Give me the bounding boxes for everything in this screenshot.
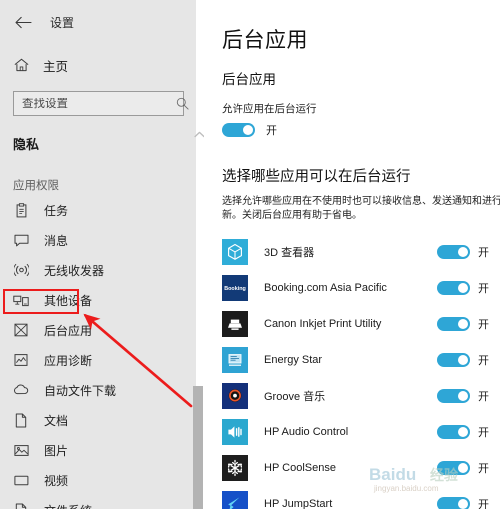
sidebar-item-radios[interactable]: 无线收发器 [0,255,196,285]
sidebar-scrollbar-thumb[interactable] [193,386,203,509]
app-row: 3D 查看器 开 [204,234,500,270]
jumpstart-icon [222,491,248,509]
printer-icon [222,311,248,337]
app-toggle-state: 开 [478,247,489,259]
video-icon [13,472,29,488]
app-name: HP Audio Control [264,426,349,438]
choose-apps-description: 选择允许哪些应用在不使用时也可以接收信息、发送通知和进行更新。关闭后台应用有助于… [222,196,500,221]
sidebar-item-app-diagnostics[interactable]: 应用诊断 [0,345,196,375]
sidebar-item-label: 任务 [44,203,69,218]
app-toggle-switch[interactable] [437,351,470,369]
sidebar-item-label: 自动文件下载 [44,383,117,398]
sidebar-item-videos[interactable]: 视频 [0,465,196,495]
sidebar-item-label: 无线收发器 [44,263,105,278]
sidebar-item-label: 图片 [44,443,69,458]
background-apps-list: 3D 查看器 开 Booking Booking.com Asia Pacifi… [204,234,500,509]
app-toggle-switch[interactable] [437,387,470,405]
sidebar-item-label: 其他设备 [44,293,93,308]
app-row: HP CoolSense 开 [204,450,500,486]
sidebar-item-label: 后台应用 [44,323,93,338]
app-name: HP JumpStart [264,498,333,509]
app-row: Canon Inkjet Print Utility 开 [204,306,500,342]
sidebar-item-tasks[interactable]: 任务 [0,195,196,225]
app-toggle-switch[interactable] [437,423,470,441]
master-toggle-row: 开 [222,122,500,138]
app-row: Booking Booking.com Asia Pacific 开 [204,270,500,306]
sidebar-item-label: 视频 [44,473,69,488]
app-permissions-group-label: 应用权限 [13,180,59,192]
section-heading: 后台应用 [222,72,276,87]
home-label: 主页 [43,59,69,74]
sidebar-item-home[interactable]: 主页 [0,48,196,82]
sidebar-item-other-devices[interactable]: 其他设备 [0,285,196,315]
app-row: Groove 音乐 开 [204,378,500,414]
app-name: Canon Inkjet Print Utility [264,318,382,330]
app-row: HP Audio Control 开 [204,414,500,450]
app-name: Energy Star [264,354,323,366]
master-toggle-state: 开 [266,125,277,137]
sidebar-item-label: 消息 [44,233,69,248]
search-input[interactable] [22,97,176,110]
speaker-icon [222,419,248,445]
app-toggle-state: 开 [478,283,489,295]
file-system-icon [13,502,29,509]
document-icon [13,412,29,428]
home-icon [13,57,29,73]
app-toggle-state: 开 [478,499,489,509]
sidebar-item-automatic-file-downloads[interactable]: 自动文件下载 [0,375,196,405]
sidebar-item-file-system[interactable]: 文件系统 [0,495,196,509]
app-toggle-switch[interactable] [437,495,470,509]
app-toggle-switch[interactable] [437,315,470,333]
snowflake-icon [222,455,248,481]
app-toggle-switch[interactable] [437,459,470,477]
title-bar: 设置 [0,0,196,44]
devices-icon [13,292,29,308]
sidebar-item-messages[interactable]: 消息 [0,225,196,255]
app-row: HP JumpStart 开 [204,486,500,509]
app-toggle-switch[interactable] [437,243,470,261]
app-toggle-switch[interactable] [437,279,470,297]
message-icon [13,232,29,248]
search-icon [176,97,189,110]
settings-window: 设置 主页 隐私 [0,0,500,509]
app-name: Booking.com Asia Pacific [264,282,387,294]
window-title: 设置 [50,15,75,30]
sidebar: 设置 主页 隐私 [0,0,205,509]
sidebar-item-documents[interactable]: 文档 [0,405,196,435]
sidebar-item-label: 应用诊断 [44,353,93,368]
main-content: 后台应用 后台应用 允许应用在后台运行 开 选择哪些应用可以在后台运行 选择允许… [204,0,500,509]
cube-icon [222,239,248,265]
app-toggle-state: 开 [478,319,489,331]
sidebar-item-label: 文档 [44,413,69,428]
app-toggle-state: 开 [478,427,489,439]
clipboard-icon [13,202,29,218]
groove-music-icon [222,383,248,409]
app-row: Energy Star 开 [204,342,500,378]
sidebar-item-background-apps[interactable]: 后台应用 [0,315,196,345]
choose-apps-heading: 选择哪些应用可以在后台运行 [222,169,411,185]
cloud-download-icon [13,382,29,398]
booking-icon: Booking [222,275,248,301]
energy-star-icon [222,347,248,373]
diagnostics-icon [13,352,29,368]
app-name: 3D 查看器 [264,247,315,259]
app-toggle-state: 开 [478,355,489,367]
search-box[interactable] [13,91,189,116]
master-toggle-switch[interactable] [222,123,255,137]
svg-text:Booking: Booking [224,286,246,292]
app-toggle-state: 开 [478,391,489,403]
picture-icon [13,442,29,458]
page-title: 后台应用 [222,29,308,52]
sidebar-item-pictures[interactable]: 图片 [0,435,196,465]
radio-icon [13,262,29,278]
back-arrow-icon[interactable] [12,11,34,33]
master-toggle-label: 允许应用在后台运行 [222,103,317,115]
background-apps-icon [13,322,29,338]
app-toggle-state: 开 [478,463,489,475]
app-name: HP CoolSense [264,462,336,474]
sidebar-item-label: 文件系统 [44,502,92,509]
app-name: Groove 音乐 [264,391,326,403]
privacy-section-title: 隐私 [13,137,40,152]
sidebar-nav-list: 任务 消息 无线收发器 其他设备 后台应用 应用诊断 自动文件下载 文档 图片 … [0,195,196,509]
